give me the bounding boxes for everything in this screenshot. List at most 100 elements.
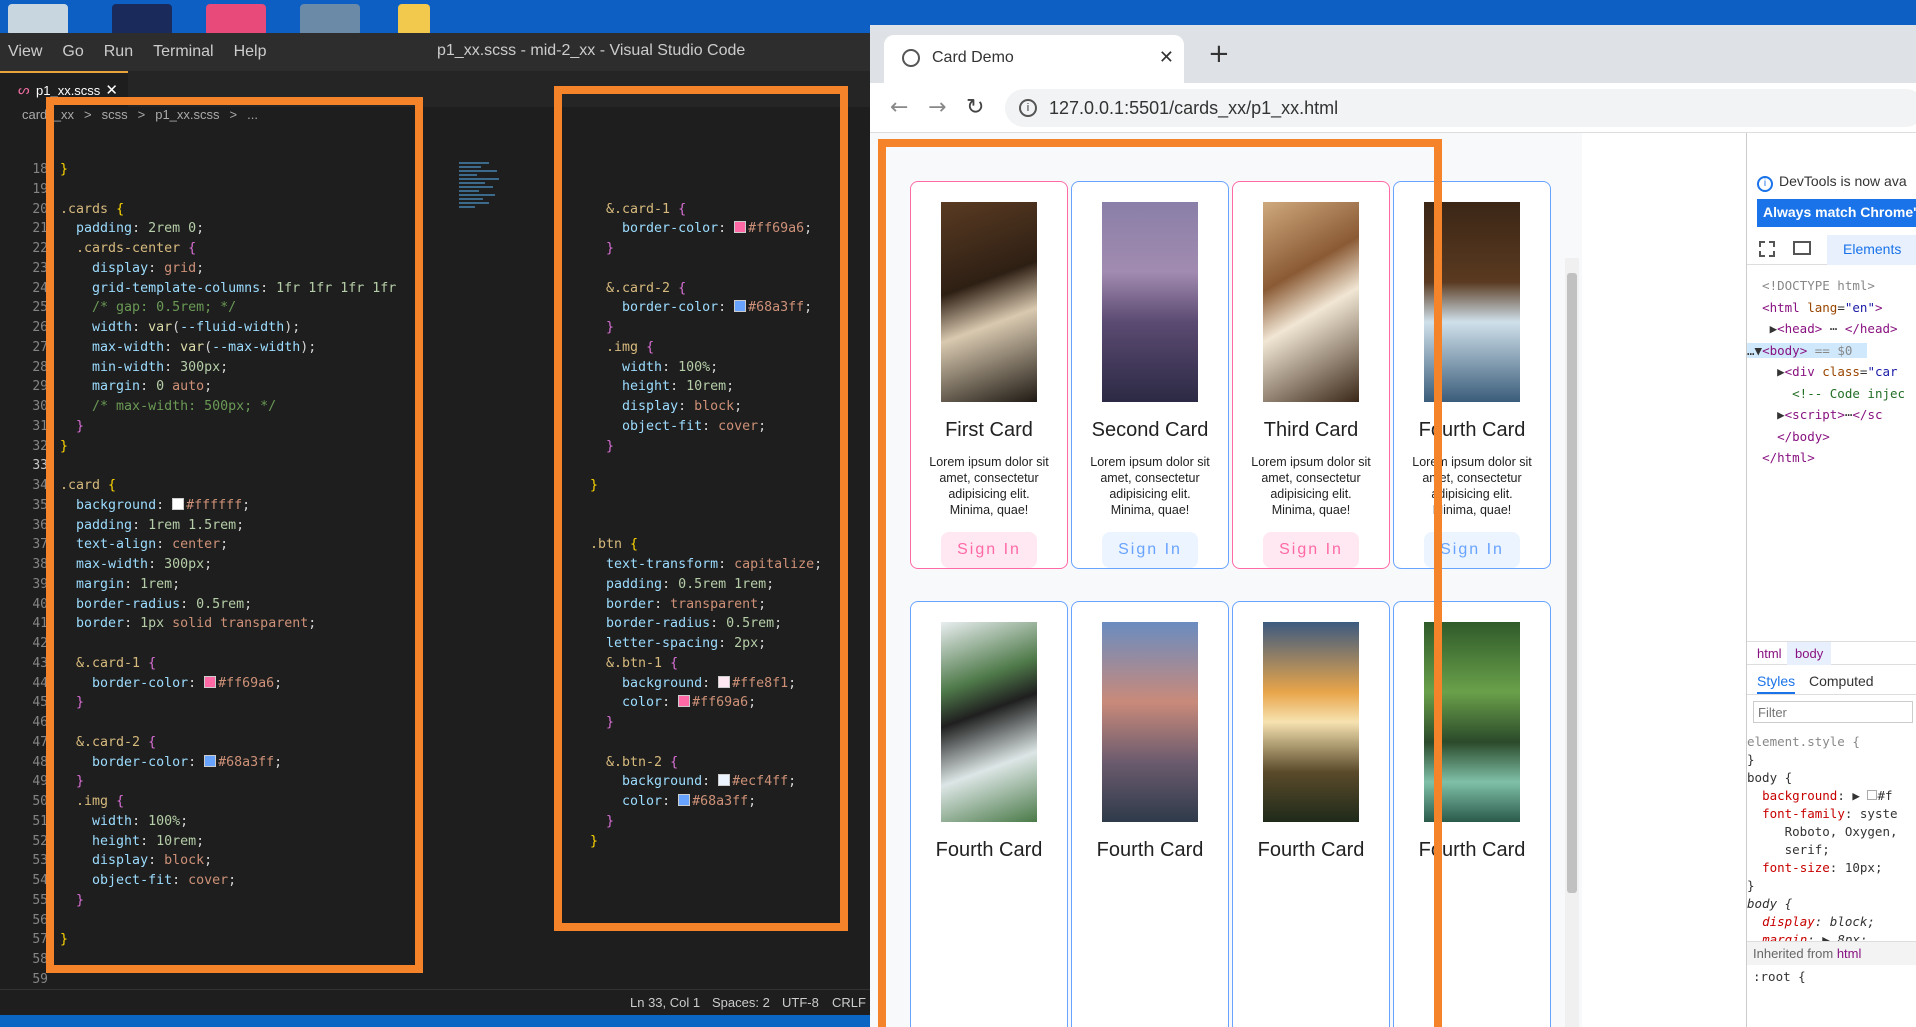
- reload-icon[interactable]: ↻: [966, 95, 984, 120]
- line-number: 20: [32, 201, 48, 217]
- highlight-box-right: [554, 86, 848, 931]
- new-tab-icon[interactable]: +: [1208, 39, 1230, 69]
- inherited-tag[interactable]: html: [1837, 946, 1862, 961]
- url-text: 127.0.0.1:5501/cards_xx/p1_xx.html: [1049, 98, 1339, 118]
- styles-rules: element.style { } body { background: ▶ #…: [1747, 734, 1898, 965]
- tab-elements[interactable]: Elements: [1827, 235, 1916, 265]
- tab-title: Card Demo: [932, 49, 1014, 66]
- cursor-position[interactable]: Ln 33, Col 1: [630, 995, 700, 1010]
- devtools-panel: i DevTools is now ava Always match Chrome…: [1746, 133, 1916, 1027]
- address-bar[interactable]: i 127.0.0.1:5501/cards_xx/p1_xx.html: [1005, 89, 1916, 127]
- menu-go[interactable]: Go: [62, 43, 83, 61]
- line-number: 58: [32, 952, 48, 967]
- line-number: 54: [32, 873, 48, 888]
- root-rule: :root {: [1753, 969, 1806, 984]
- line-number: 26: [32, 320, 48, 335]
- line-number: 23: [32, 260, 48, 276]
- menu-view[interactable]: View: [8, 43, 42, 61]
- page-scrollbar[interactable]: [1565, 258, 1579, 1027]
- highlight-box-browser: [878, 139, 1442, 1027]
- line-number: 34: [32, 478, 48, 493]
- line-number: 48: [32, 754, 48, 770]
- line-number: 57: [32, 932, 48, 948]
- devtools-notice: i DevTools is now ava: [1757, 173, 1907, 192]
- tab-card-demo[interactable]: Card Demo ✕: [884, 35, 1184, 83]
- globe-icon: [902, 49, 920, 67]
- styles-tabs: Styles Computed: [1747, 667, 1916, 695]
- omnibox-bar: ← → ↻ i 127.0.0.1:5501/cards_xx/p1_xx.ht…: [870, 83, 1916, 133]
- dom-breadcrumb: html body: [1747, 641, 1916, 665]
- crumb-html[interactable]: html: [1757, 646, 1782, 661]
- highlight-box-left: [46, 97, 423, 973]
- line-number: 41: [32, 616, 48, 632]
- line-ending[interactable]: CRLF: [832, 995, 866, 1010]
- line-number: 37: [32, 537, 48, 553]
- inspect-icon[interactable]: [1759, 241, 1775, 257]
- folder-icon[interactable]: [398, 4, 430, 36]
- line-number: 50: [32, 794, 48, 809]
- back-icon[interactable]: ←: [890, 95, 908, 120]
- status-bar: Ln 33, Col 1 Spaces: 2 UTF-8 CRLF: [0, 989, 870, 1015]
- line-number: 39: [32, 576, 48, 592]
- encoding[interactable]: UTF-8: [782, 995, 819, 1010]
- app-icon[interactable]: [206, 4, 266, 36]
- crumb-body[interactable]: body: [1787, 642, 1832, 665]
- line-number: 24: [32, 280, 48, 296]
- line-number: 28: [32, 359, 48, 375]
- info-icon[interactable]: i: [1019, 99, 1037, 117]
- forward-icon[interactable]: →: [928, 95, 946, 120]
- line-number: 30: [32, 399, 48, 414]
- line-number: 52: [32, 833, 48, 849]
- devtools-toolbar: Elements: [1747, 235, 1916, 265]
- menu-terminal[interactable]: Terminal: [153, 43, 213, 61]
- info-icon: i: [1757, 176, 1773, 192]
- line-number: 44: [32, 675, 48, 691]
- line-number: 55: [32, 892, 48, 908]
- recycle-bin-icon[interactable]: [8, 4, 68, 36]
- line-number: 56: [32, 912, 48, 928]
- line-number: 35: [32, 497, 48, 513]
- dom-tree[interactable]: <!DOCTYPE html> <html lang="en"> ▶<head>…: [1747, 275, 1916, 469]
- line-number: 29: [32, 379, 48, 395]
- indentation[interactable]: Spaces: 2: [712, 995, 770, 1010]
- line-number: 32: [32, 438, 48, 454]
- line-number: 19: [32, 181, 48, 197]
- styles-filter-input[interactable]: [1753, 701, 1913, 723]
- line-number: 40: [32, 596, 48, 612]
- line-number: 49: [32, 774, 48, 790]
- line-number: 27: [32, 339, 48, 355]
- line-number: 46: [32, 715, 48, 730]
- line-number: 31: [32, 418, 48, 434]
- menu-run[interactable]: Run: [104, 43, 133, 61]
- dev-icon[interactable]: [112, 4, 172, 36]
- line-number: 59: [32, 971, 48, 987]
- device-icon[interactable]: [1793, 241, 1811, 255]
- vm-icon[interactable]: [300, 4, 360, 36]
- inherited-header: Inherited from html: [1747, 941, 1916, 965]
- chrome-tab-bar: Card Demo ✕ +: [870, 25, 1916, 83]
- line-number: 21: [32, 221, 48, 237]
- tab-label: p1_xx.scss: [36, 83, 101, 98]
- line-number: 22: [32, 241, 48, 256]
- line-number: 47: [32, 734, 48, 750]
- scroll-thumb[interactable]: [1567, 273, 1577, 893]
- line-number: 43: [32, 655, 48, 671]
- tab-computed[interactable]: Computed: [1809, 673, 1874, 689]
- close-tab-icon[interactable]: ✕: [1159, 47, 1174, 68]
- line-number: 51: [32, 813, 48, 829]
- tab-styles[interactable]: Styles: [1757, 673, 1796, 694]
- menu-help[interactable]: Help: [234, 43, 267, 61]
- line-numbers: 18 19 20 21 22 23 24 25 26 27 28 29 30 31 32 33 34 35 36 37…: [0, 160, 48, 1009]
- line-number: 18: [32, 162, 48, 177]
- always-match-button[interactable]: Always match Chrome's: [1757, 199, 1916, 227]
- notice-text: DevTools is now ava: [1779, 173, 1907, 189]
- line-number: 45: [32, 695, 48, 711]
- line-number: 33: [32, 458, 48, 474]
- sass-icon: ᔕ: [18, 82, 30, 97]
- line-number: 25: [32, 300, 48, 316]
- line-number: 42: [32, 636, 48, 651]
- minimap[interactable]: [459, 160, 509, 310]
- line-number: 38: [32, 557, 48, 572]
- line-number: 36: [32, 517, 48, 533]
- inherited-label: Inherited from: [1753, 946, 1834, 961]
